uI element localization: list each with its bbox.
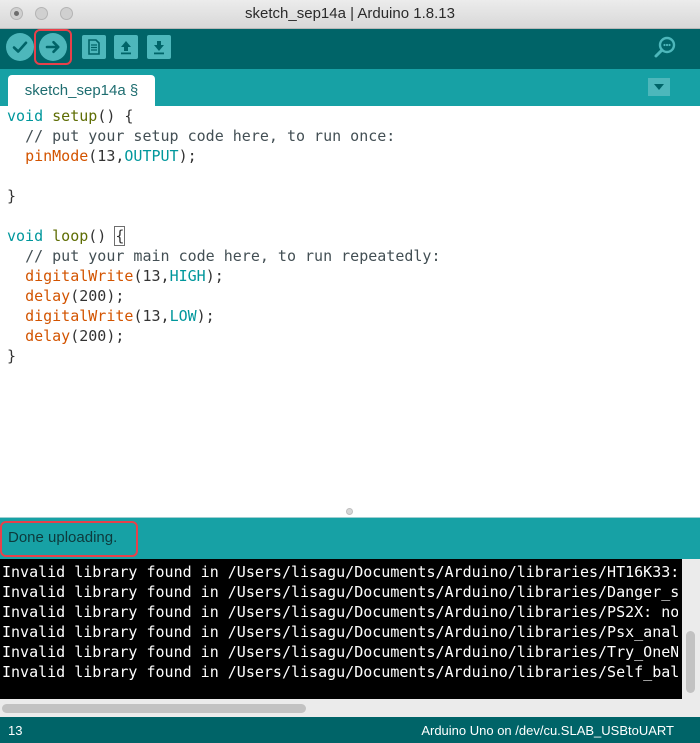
serial-monitor-button[interactable] (652, 34, 678, 60)
current-line-number: 13 (8, 723, 23, 738)
code-line: delay(200); (7, 326, 124, 346)
window-title: sketch_sep14a | Arduino 1.8.13 (245, 5, 455, 22)
builtin-function: digitalWrite (25, 307, 134, 325)
console-line: Invalid library found in /Users/lisagu/D… (2, 663, 678, 681)
tab-sketch[interactable]: sketch_sep14a § (8, 75, 155, 106)
code-line: // put your setup code here, to run once… (7, 126, 395, 146)
function-name: setup (52, 107, 98, 125)
code-text: () { (97, 107, 134, 125)
constant: LOW (169, 307, 197, 325)
tab-menu-button[interactable] (648, 78, 670, 96)
tab-bar: sketch_sep14a § (0, 69, 700, 106)
constant: OUTPUT (124, 147, 179, 165)
code-text: ); (178, 147, 197, 165)
code-text: } (7, 347, 17, 365)
code-comment: // put your main code here, to run repea… (25, 247, 441, 265)
code-line: digitalWrite(13,HIGH); (7, 266, 224, 286)
verify-button[interactable] (6, 33, 34, 61)
code-line: // put your main code here, to run repea… (7, 246, 440, 266)
window-titlebar: sketch_sep14a | Arduino 1.8.13 (0, 0, 700, 29)
console-line: Invalid library found in /Users/lisagu/D… (2, 623, 678, 641)
code-line: digitalWrite(13,LOW); (7, 306, 215, 326)
chevron-down-icon (654, 84, 664, 90)
status-bar: Done uploading. (0, 518, 700, 559)
checkmark-icon (12, 41, 28, 53)
open-sketch-button[interactable] (114, 35, 138, 59)
code-text: (13, (133, 267, 170, 285)
splitter-handle-icon[interactable] (346, 508, 353, 515)
board-port-info: Arduino Uno on /dev/cu.SLAB_USBtoUART (421, 723, 674, 738)
code-text: (200); (70, 327, 125, 345)
new-sketch-button[interactable] (82, 35, 106, 59)
code-text: (13, (133, 307, 170, 325)
keyword: void (7, 107, 44, 125)
code-text: () (88, 227, 116, 245)
keyword: void (7, 227, 44, 245)
function-name: loop (52, 227, 89, 245)
code-line: } (7, 186, 16, 206)
builtin-function: pinMode (25, 147, 89, 165)
code-line: delay(200); (7, 286, 124, 306)
output-console[interactable]: Invalid library found in /Users/lisagu/D… (0, 559, 700, 717)
save-sketch-button[interactable] (147, 35, 171, 59)
code-text: (13, (88, 147, 125, 165)
matched-brace: { (114, 226, 126, 246)
code-text: ); (205, 267, 224, 285)
code-line: void loop() { (7, 226, 126, 246)
magnifier-icon (654, 36, 676, 58)
builtin-function: digitalWrite (25, 267, 134, 285)
code-comment: // put your setup code here, to run once… (25, 127, 396, 145)
code-line: pinMode(13,OUTPUT); (7, 146, 197, 166)
builtin-function: delay (25, 287, 71, 305)
code-text: (200); (70, 287, 125, 305)
status-highlight (0, 521, 138, 557)
down-arrow-icon (154, 41, 164, 55)
code-text: ); (196, 307, 215, 325)
console-line: Invalid library found in /Users/lisagu/D… (2, 583, 678, 601)
console-line: Invalid library found in /Users/lisagu/D… (2, 603, 678, 621)
code-editor[interactable]: void setup() { // put your setup code he… (0, 106, 700, 516)
footer-bar: 13 Arduino Uno on /dev/cu.SLAB_USBtoUART (0, 717, 700, 743)
console-horizontal-scroll-thumb[interactable] (2, 704, 306, 713)
builtin-function: delay (25, 327, 71, 345)
console-vertical-scroll-thumb[interactable] (686, 631, 695, 693)
console-line: Invalid library found in /Users/lisagu/D… (2, 563, 678, 581)
upload-button-highlight (34, 29, 72, 65)
code-text: } (7, 187, 17, 205)
document-icon (88, 39, 100, 55)
code-line: void setup() { (7, 106, 133, 126)
pane-splitter[interactable] (0, 506, 700, 518)
code-line: } (7, 346, 16, 366)
console-line: Invalid library found in /Users/lisagu/D… (2, 643, 678, 661)
up-arrow-icon (121, 41, 131, 55)
constant: HIGH (169, 267, 206, 285)
toolbar (0, 29, 700, 69)
